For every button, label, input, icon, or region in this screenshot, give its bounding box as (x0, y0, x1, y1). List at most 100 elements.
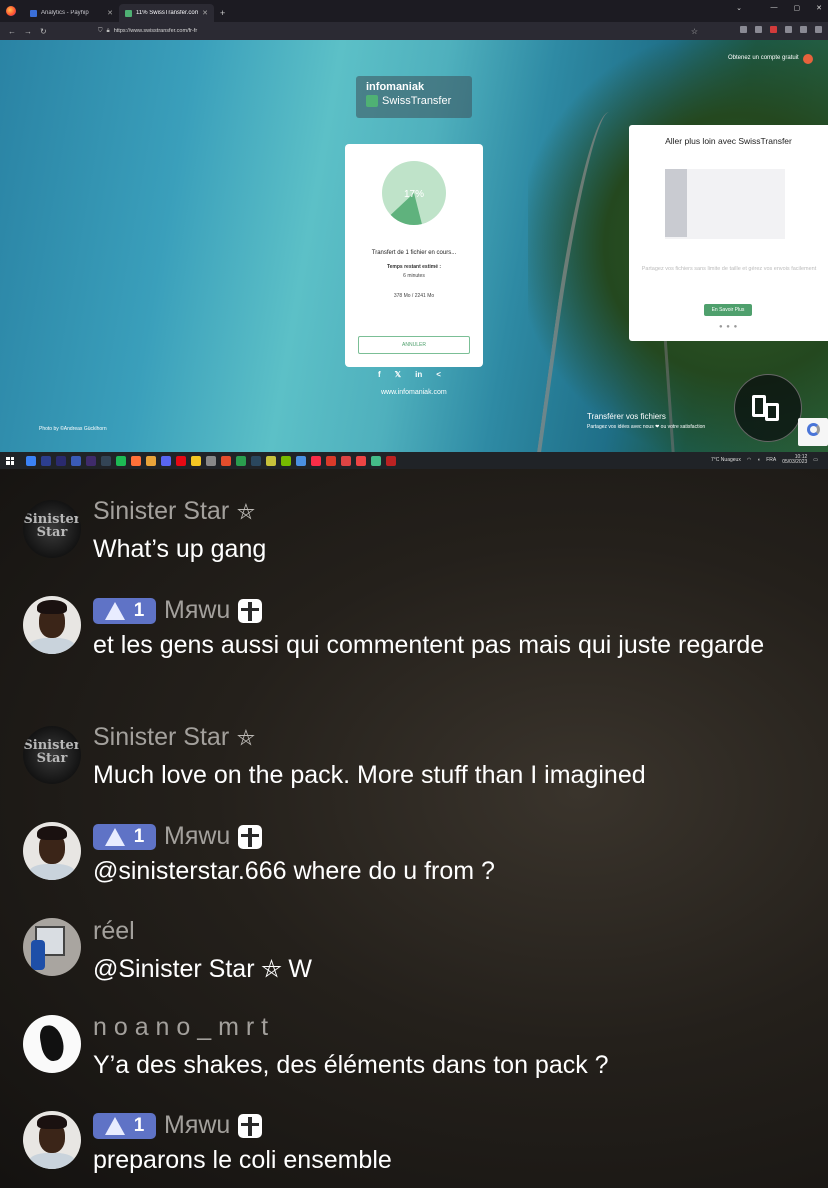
avatar-lettering: Sinister Star (23, 512, 81, 540)
footer-title: Transférer vos fichiers (587, 412, 666, 421)
clock[interactable]: 10:12 05/03/2023 (782, 455, 807, 465)
username[interactable]: Мяwu (164, 822, 230, 851)
window-controls: ⌄ — ▢ ✕ (736, 4, 822, 12)
language-indicator[interactable]: FRA (766, 457, 776, 463)
taskbar-app-icon[interactable] (101, 455, 111, 466)
linkedin-icon[interactable]: in (415, 370, 422, 379)
brand-name: infomaniak (366, 81, 425, 93)
device-switch-button[interactable] (734, 374, 802, 442)
taskbar-app-icon[interactable] (41, 455, 51, 466)
reel-avatar[interactable] (23, 918, 81, 976)
taskbar-apps (26, 455, 396, 466)
download-icon[interactable] (755, 26, 762, 33)
carousel-dots[interactable]: ● ● ● (719, 324, 738, 330)
username[interactable]: Sinister Star (93, 723, 229, 752)
tab-analytics[interactable]: Analytics - Payhip ✕ (24, 4, 119, 22)
volume-icon[interactable]: ◖ (757, 457, 760, 463)
swisstransfer-favicon-icon (125, 9, 132, 17)
message-header: Sinister Star ⛤ (93, 723, 255, 752)
bookmark-star-icon[interactable]: ☆ (691, 27, 698, 36)
forward-icon[interactable]: → (24, 27, 32, 36)
mywu-avatar[interactable] (23, 596, 81, 654)
taskbar-app-icon[interactable] (386, 455, 396, 466)
website-link[interactable]: www.infomaniak.com (381, 389, 447, 396)
taskbar-app-icon[interactable] (251, 455, 261, 466)
taskbar-app-icon[interactable] (311, 455, 321, 466)
taskbar-app-icon[interactable] (356, 455, 366, 466)
windows-start-icon[interactable] (6, 456, 14, 465)
taskbar-app-icon[interactable] (236, 455, 246, 466)
adblock-icon[interactable] (770, 26, 777, 33)
gift-icon (238, 824, 263, 849)
learn-more-button[interactable]: En Savoir Plus (704, 304, 752, 316)
minimize-icon[interactable]: — (771, 4, 778, 12)
recaptcha-badge[interactable] (798, 418, 828, 446)
back-icon[interactable]: ← (8, 27, 16, 36)
puzzle-icon[interactable] (800, 26, 807, 33)
notification-icon[interactable]: ▭ (813, 457, 818, 463)
mywu-avatar[interactable] (23, 1111, 81, 1169)
taskbar-app-icon[interactable] (296, 455, 306, 466)
taskbar-app-icon[interactable] (71, 455, 81, 466)
extension-icon[interactable] (785, 26, 792, 33)
taskbar-app-icon[interactable] (206, 455, 216, 466)
username[interactable]: Sinister Star (93, 497, 229, 526)
footer-transfer: Transférer vos fichiers Partagez vos idé… (587, 412, 705, 430)
avatar-lettering: Sinister Star (23, 738, 81, 766)
taskbar-app-icon[interactable] (221, 455, 231, 466)
account-icon[interactable] (803, 54, 813, 64)
noano-avatar[interactable] (23, 1015, 81, 1073)
share-icon[interactable]: < (436, 370, 441, 379)
gift-icon (238, 1113, 263, 1138)
reload-icon[interactable]: ↻ (40, 27, 47, 36)
sinister-star-avatar[interactable]: Sinister Star (23, 726, 81, 784)
mywu-avatar[interactable] (23, 822, 81, 880)
taskbar-app-icon[interactable] (341, 455, 351, 466)
address-bar[interactable]: ⛉ 🔒︎ https://www.swisstransfer.com/fr-fr… (98, 25, 698, 37)
taskbar-app-icon[interactable] (131, 455, 141, 466)
taskbar-app-icon[interactable] (326, 455, 336, 466)
fan-level-badge: 1 (93, 1112, 156, 1139)
close-icon[interactable]: ✕ (107, 9, 113, 17)
cancel-button[interactable]: ANNULER (358, 336, 470, 354)
username[interactable]: n o a n o _ m r t (93, 1013, 268, 1042)
weather-widget[interactable]: 7°C Nuageux (711, 457, 741, 463)
fan-level-badge: 1 (93, 597, 156, 624)
screenshot: Analytics - Payhip ✕ 11% SwissTransfer.c… (0, 0, 828, 1188)
taskbar-app-icon[interactable] (371, 455, 381, 466)
taskbar-app-icon[interactable] (86, 455, 96, 466)
taskbar-app-icon[interactable] (176, 455, 186, 466)
close-window-icon[interactable]: ✕ (816, 4, 822, 12)
footer-subtitle[interactable]: Partagez vos idées avec nous ❤ ou votre … (587, 424, 705, 430)
username[interactable]: Мяwu (164, 596, 230, 625)
shield-icon[interactable]: ⛉ (98, 28, 103, 35)
taskbar-app-icon[interactable] (161, 455, 171, 466)
swisstransfer-page: Obtenez un compte gratuit infomaniak Swi… (0, 40, 828, 452)
username[interactable]: Мяwu (164, 1111, 230, 1140)
brand-logo[interactable]: infomaniak SwissTransfer (356, 76, 472, 118)
taskbar-app-icon[interactable] (281, 455, 291, 466)
taskbar-app-icon[interactable] (26, 455, 36, 466)
taskbar-app-icon[interactable] (191, 455, 201, 466)
wifi-icon[interactable]: ◠ (747, 457, 751, 463)
taskbar-app-icon[interactable] (116, 455, 126, 466)
facebook-icon[interactable]: f (378, 370, 381, 379)
signin-link[interactable]: Obtenez un compte gratuit (728, 55, 799, 61)
username[interactable]: réel (93, 917, 135, 946)
new-tab-icon[interactable]: + (220, 8, 225, 18)
upload-progress-card: 17% Transfert de 1 fichier en cours... T… (345, 144, 483, 367)
taskbar-app-icon[interactable] (56, 455, 66, 466)
restore-icon[interactable]: ▢ (794, 4, 801, 12)
close-icon[interactable]: ✕ (202, 9, 208, 17)
twitter-icon[interactable]: 𝕏 (395, 370, 401, 379)
sinister-star-avatar[interactable]: Sinister Star (23, 500, 81, 558)
chevron-down-icon[interactable]: ⌄ (736, 4, 742, 12)
firefox-icon[interactable] (6, 6, 16, 16)
tab-swisstransfer[interactable]: 11% SwissTransfer.com - Envoi ✕ (119, 4, 214, 22)
browser-tab-bar: Analytics - Payhip ✕ 11% SwissTransfer.c… (0, 0, 828, 22)
taskbar-app-icon[interactable] (146, 455, 156, 466)
taskbar-app-icon[interactable] (266, 455, 276, 466)
tablet-icon (765, 403, 779, 421)
pocket-icon[interactable] (740, 26, 747, 33)
menu-icon[interactable] (815, 26, 822, 33)
